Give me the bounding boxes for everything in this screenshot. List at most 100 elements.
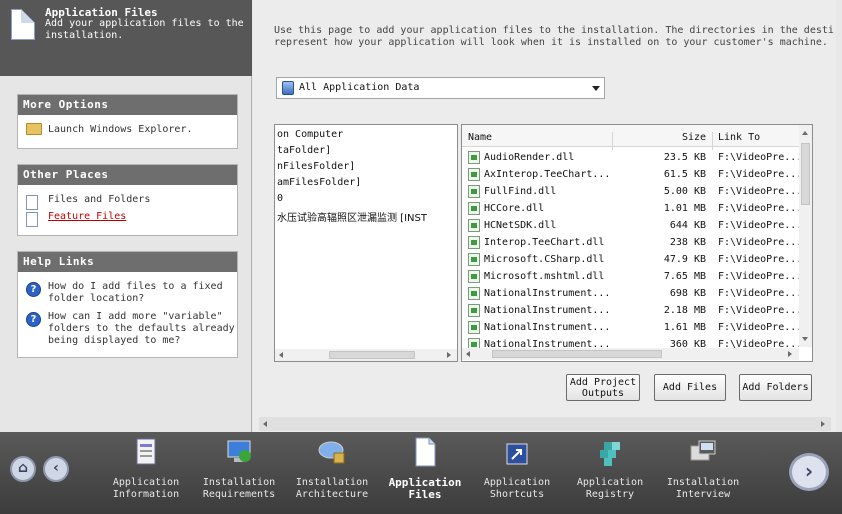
help-links-panel: Help Links ? How do I add files to a fix…: [17, 251, 238, 358]
scroll-down-icon[interactable]: [802, 337, 808, 341]
scroll-left-icon[interactable]: [279, 352, 283, 358]
file-row[interactable]: Microsoft.mshtml.dll 7.65 MB F:\VideoPre..…: [462, 268, 802, 285]
dll-file-icon: [468, 304, 480, 317]
file-link-to: F:\VideoPre...: [718, 271, 803, 282]
scrollbar-thumb[interactable]: [801, 143, 810, 205]
file-name: Interop.TeeChart.dll: [484, 237, 605, 248]
file-link-to: F:\VideoPre...: [718, 305, 803, 316]
next-button[interactable]: ›: [789, 453, 829, 491]
file-row[interactable]: HCCore.dll 1.01 MB F:\VideoPre...: [462, 200, 802, 217]
file-row[interactable]: NationalInstrument... 1.61 MB F:\VideoPre.…: [462, 319, 802, 336]
tree-node[interactable]: nFilesFolder]: [277, 161, 355, 172]
file-link-to: F:\VideoPre...: [718, 169, 803, 180]
step-installation-interview[interactable]: Installation Interview: [658, 436, 748, 501]
dll-file-icon: [468, 236, 480, 249]
scroll-up-icon[interactable]: [802, 131, 808, 135]
tree-node[interactable]: 0: [277, 193, 283, 204]
step-label-1: Application: [576, 477, 644, 488]
feature-select[interactable]: All Application Data: [276, 77, 605, 99]
registry-icon: [594, 436, 626, 468]
step-label-2: Registry: [585, 489, 635, 500]
files-list[interactable]: Name Size Link To AudioRender.dll 23.5 KB…: [461, 124, 813, 362]
intro-line-1: Use this page to add your application fi…: [274, 25, 834, 36]
tree-node[interactable]: taFolder]: [277, 145, 331, 156]
dll-file-icon: [468, 287, 480, 300]
tree-horizontal-scrollbar[interactable]: [275, 349, 457, 361]
add-folders-button[interactable]: Add Folders: [739, 374, 812, 401]
column-header-name[interactable]: Name: [468, 132, 492, 143]
add-files-button[interactable]: Add Files: [654, 374, 726, 401]
scroll-right-icon[interactable]: [788, 351, 792, 357]
architecture-icon: [316, 436, 348, 468]
destination-tree[interactable]: on Computer taFolder] nFilesFolder] amFi…: [274, 124, 458, 362]
step-label-2: Interview: [675, 489, 731, 500]
tree-node[interactable]: 水压试验高辐照区泄漏监测 [INST: [277, 209, 427, 224]
step-label-1: Application: [483, 477, 551, 488]
add-project-outputs-button[interactable]: Add Project Outputs: [566, 374, 640, 401]
scroll-right-icon[interactable]: [447, 352, 451, 358]
other-places-panel: Other Places Files and Folders Feature F…: [17, 164, 238, 236]
step-label-2: Information: [112, 489, 180, 500]
file-size: 23.5 KB: [663, 152, 706, 163]
main-horizontal-scrollbar[interactable]: [259, 417, 831, 431]
help-links-title: Help Links: [18, 252, 237, 272]
file-name: FullFind.dll: [484, 186, 557, 197]
step-application-shortcuts[interactable]: Application Shortcuts: [472, 436, 562, 501]
scrollbar-thumb[interactable]: [492, 350, 662, 358]
tree-node[interactable]: on Computer: [277, 129, 343, 140]
file-name: NationalInstrument...: [484, 322, 611, 333]
page-icon: [26, 195, 38, 210]
file-link-to: F:\VideoPre...: [718, 220, 803, 231]
file-name: NationalInstrument...: [484, 305, 611, 316]
feature-files-link[interactable]: Feature Files: [18, 211, 237, 227]
step-installation-requirements[interactable]: Installation Requirements: [194, 436, 284, 501]
interview-icon: [687, 436, 719, 468]
help-icon: ?: [26, 282, 41, 297]
file-link-to: F:\VideoPre...: [718, 288, 803, 299]
file-row[interactable]: NationalInstrument... 2.18 MB F:\VideoPre.…: [462, 302, 802, 319]
step-label-2: Requirements: [202, 489, 276, 500]
scroll-right-icon[interactable]: [821, 421, 825, 427]
file-row[interactable]: Interop.TeeChart.dll 238 KB F:\VideoPre...: [462, 234, 802, 251]
scrollbar-thumb[interactable]: [329, 351, 415, 359]
file-row[interactable]: Microsoft.CSharp.dll 47.9 KB F:\VideoPre..…: [462, 251, 802, 268]
tree-node[interactable]: amFilesFolder]: [277, 177, 361, 188]
help-icon: ?: [26, 312, 41, 327]
file-row[interactable]: HCNetSDK.dll 644 KB F:\VideoPre...: [462, 217, 802, 234]
dll-file-icon: [468, 321, 480, 334]
add-project-outputs-label-2: Outputs: [581, 388, 625, 399]
file-link-to: F:\VideoPre...: [718, 322, 803, 333]
file-row[interactable]: FullFind.dll 5.00 KB F:\VideoPre...: [462, 183, 802, 200]
launch-explorer-link[interactable]: Launch Windows Explorer.: [18, 123, 237, 136]
feature-icon: [282, 81, 294, 95]
file-row[interactable]: AxInterop.TeeChart... 61.5 KB F:\VideoPre.…: [462, 166, 802, 183]
file-link-to: F:\VideoPre...: [718, 237, 803, 248]
home-button[interactable]: ⌂: [10, 456, 36, 482]
launch-explorer-label: Launch Windows Explorer.: [48, 124, 193, 135]
step-application-files[interactable]: Application Files: [380, 436, 470, 501]
help-link-variable-folders[interactable]: ? How can I add more "variable" folders …: [18, 311, 237, 347]
scroll-left-icon[interactable]: [263, 421, 267, 427]
file-row[interactable]: NationalInstrument... 698 KB F:\VideoPre..…: [462, 285, 802, 302]
file-name: AudioRender.dll: [484, 152, 575, 163]
dll-file-icon: [468, 151, 480, 164]
file-row[interactable]: AudioRender.dll 23.5 KB F:\VideoPre...: [462, 149, 802, 166]
more-options-panel: More Options Launch Windows Explorer.: [17, 94, 238, 149]
back-button[interactable]: ‹: [43, 456, 69, 482]
chevron-down-icon[interactable]: [592, 86, 600, 91]
help-link-fixed-folder-label: How do I add files to a fixed folder loc…: [48, 281, 223, 304]
files-and-folders-link[interactable]: Files and Folders: [18, 194, 237, 210]
step-installation-architecture[interactable]: Installation Architecture: [287, 436, 377, 501]
document-icon: [11, 9, 35, 40]
file-size: 1.61 MB: [663, 322, 706, 333]
step-application-registry[interactable]: Application Registry: [565, 436, 655, 501]
help-link-fixed-folder[interactable]: ? How do I add files to a fixed folder l…: [18, 281, 223, 305]
file-size: 698 KB: [669, 288, 706, 299]
step-application-information[interactable]: Application Information: [101, 436, 191, 501]
column-header-size[interactable]: Size: [682, 132, 706, 143]
scroll-left-icon[interactable]: [466, 351, 470, 357]
column-header-link[interactable]: Link To: [718, 132, 760, 143]
add-project-outputs-label-1: Add Project: [569, 377, 637, 388]
files-horizontal-scrollbar[interactable]: [462, 348, 799, 360]
files-vertical-scrollbar[interactable]: [799, 125, 812, 347]
